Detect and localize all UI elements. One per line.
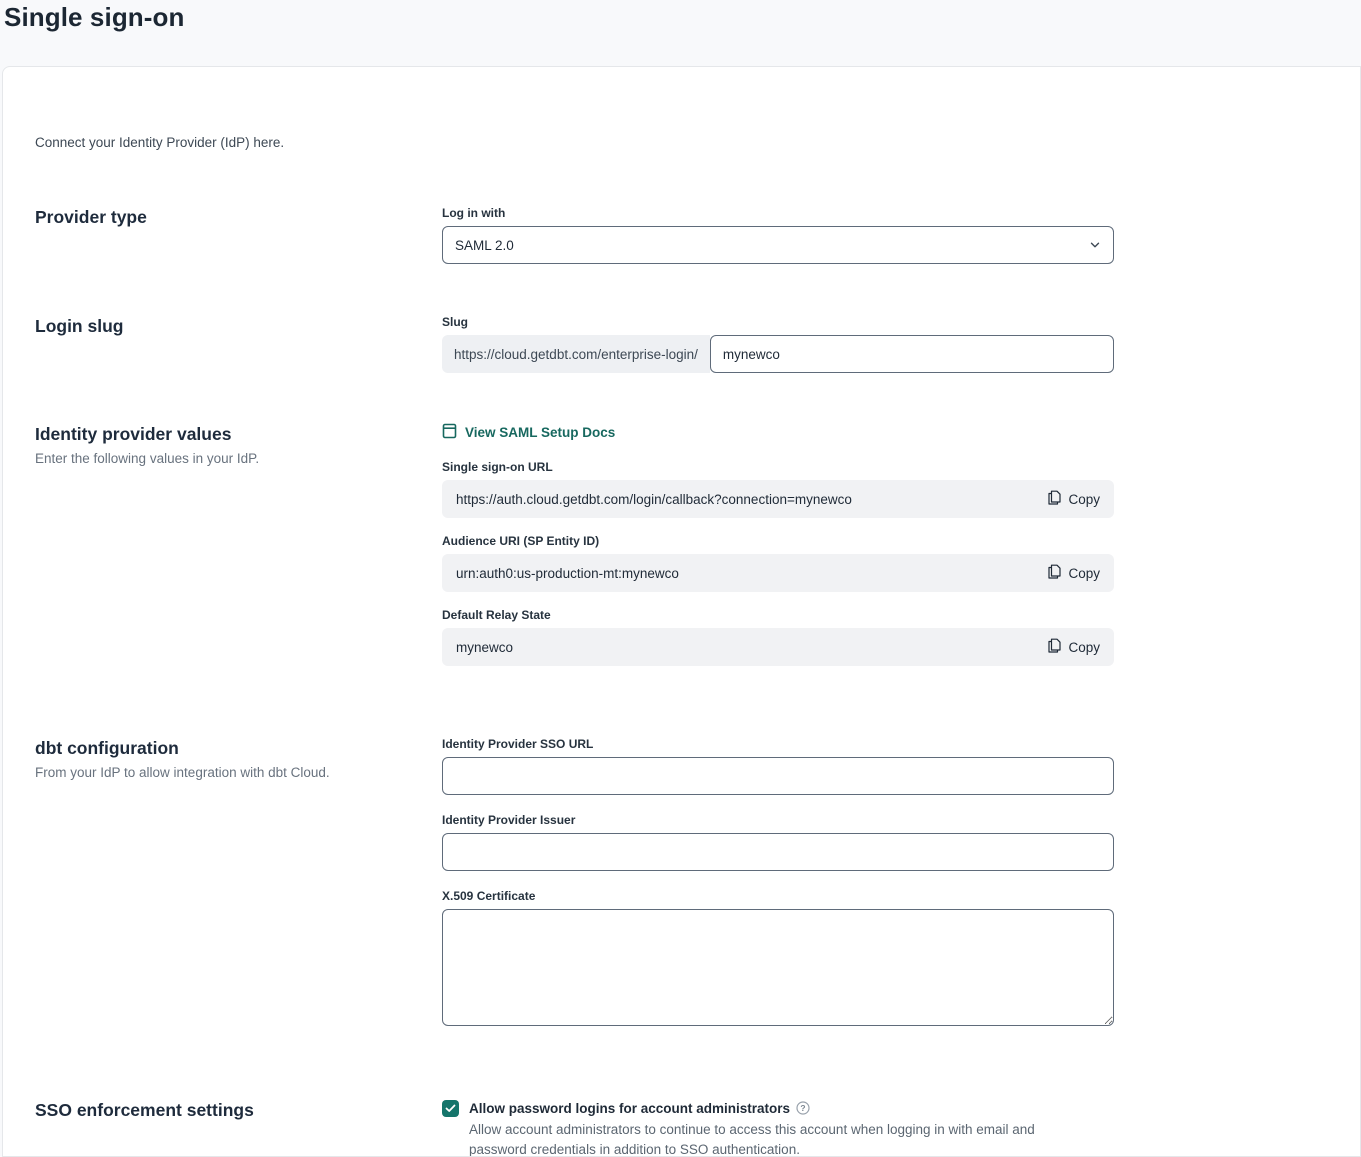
- saml-docs-link[interactable]: View SAML Setup Docs: [442, 423, 615, 442]
- document-icon: [442, 423, 457, 442]
- copy-icon: [1048, 490, 1061, 508]
- password-logins-label: Allow password logins for account admini…: [469, 1099, 1087, 1118]
- audience-uri-value: urn:auth0:us-production-mt:mynewco: [456, 566, 1048, 581]
- audience-uri-field-group: Audience URI (SP Entity ID) urn:auth0:us…: [442, 534, 1114, 592]
- copy-button-label: Copy: [1068, 566, 1100, 581]
- copy-button-label: Copy: [1068, 492, 1100, 507]
- copy-button-label: Copy: [1068, 640, 1100, 655]
- intro-text: Connect your Identity Provider (IdP) her…: [35, 135, 1360, 150]
- relay-state-field-group: Default Relay State mynewco Copy: [442, 608, 1114, 666]
- section-login-slug: Login slug Slug https://cloud.getdbt.com…: [35, 315, 1360, 373]
- sso-url-value: https://auth.cloud.getdbt.com/login/call…: [456, 492, 1048, 507]
- idp-sso-url-field-group: Identity Provider SSO URL: [442, 737, 1114, 795]
- relay-state-label: Default Relay State: [442, 608, 1114, 622]
- provider-type-selected-value: SAML 2.0: [455, 238, 514, 253]
- certificate-textarea[interactable]: [442, 909, 1114, 1026]
- checkmark-icon: [445, 1100, 456, 1118]
- audience-uri-readonly-row: urn:auth0:us-production-mt:mynewco Copy: [442, 554, 1114, 592]
- copy-icon: [1048, 564, 1061, 582]
- slug-url-prefix: https://cloud.getdbt.com/enterprise-logi…: [442, 335, 710, 373]
- page-header: Single sign-on: [0, 0, 1361, 66]
- login-slug-heading: Login slug: [35, 315, 410, 337]
- copy-sso-url-button[interactable]: Copy: [1048, 490, 1100, 508]
- settings-card: Connect your Identity Provider (IdP) her…: [2, 66, 1361, 1157]
- password-logins-checkbox-row: Allow password logins for account admini…: [442, 1099, 1114, 1157]
- copy-icon: [1048, 638, 1061, 656]
- certificate-field-group: X.509 Certificate: [442, 889, 1114, 1031]
- section-sso-enforcement: SSO enforcement settings Allow password …: [35, 1099, 1360, 1157]
- sso-url-label: Single sign-on URL: [442, 460, 1114, 474]
- slug-field-row: https://cloud.getdbt.com/enterprise-logi…: [442, 335, 1114, 373]
- relay-state-readonly-row: mynewco Copy: [442, 628, 1114, 666]
- chevron-down-icon: [1089, 239, 1101, 254]
- idp-issuer-label: Identity Provider Issuer: [442, 813, 1114, 827]
- idp-values-heading: Identity provider values: [35, 423, 410, 445]
- help-icon[interactable]: ?: [796, 1101, 810, 1115]
- svg-text:?: ?: [800, 1103, 805, 1113]
- relay-state-value: mynewco: [456, 640, 1048, 655]
- idp-issuer-field-group: Identity Provider Issuer: [442, 813, 1114, 871]
- idp-issuer-input[interactable]: [442, 833, 1114, 871]
- saml-docs-link-label: View SAML Setup Docs: [465, 425, 615, 440]
- section-idp-values: Identity provider values Enter the follo…: [35, 423, 1360, 682]
- page-title: Single sign-on: [4, 2, 1361, 33]
- login-with-label: Log in with: [442, 206, 1114, 220]
- provider-type-heading: Provider type: [35, 206, 410, 228]
- certificate-label: X.509 Certificate: [442, 889, 1114, 903]
- password-logins-checkbox[interactable]: [442, 1100, 459, 1117]
- slug-input[interactable]: [710, 335, 1114, 373]
- password-logins-description: Allow account administrators to continue…: [469, 1120, 1087, 1157]
- idp-sso-url-input[interactable]: [442, 757, 1114, 795]
- idp-sso-url-label: Identity Provider SSO URL: [442, 737, 1114, 751]
- copy-audience-uri-button[interactable]: Copy: [1048, 564, 1100, 582]
- sso-url-field-group: Single sign-on URL https://auth.cloud.ge…: [442, 460, 1114, 518]
- audience-uri-label: Audience URI (SP Entity ID): [442, 534, 1114, 548]
- copy-relay-state-button[interactable]: Copy: [1048, 638, 1100, 656]
- dbt-configuration-subheading: From your IdP to allow integration with …: [35, 765, 410, 780]
- provider-type-select[interactable]: SAML 2.0: [442, 226, 1114, 264]
- idp-values-subheading: Enter the following values in your IdP.: [35, 451, 410, 466]
- section-dbt-configuration: dbt configuration From your IdP to allow…: [35, 737, 1360, 1047]
- slug-label: Slug: [442, 315, 1114, 329]
- sso-enforcement-heading: SSO enforcement settings: [35, 1099, 410, 1121]
- dbt-configuration-heading: dbt configuration: [35, 737, 410, 759]
- section-provider-type: Provider type Log in with SAML 2.0: [35, 206, 1360, 264]
- sso-url-readonly-row: https://auth.cloud.getdbt.com/login/call…: [442, 480, 1114, 518]
